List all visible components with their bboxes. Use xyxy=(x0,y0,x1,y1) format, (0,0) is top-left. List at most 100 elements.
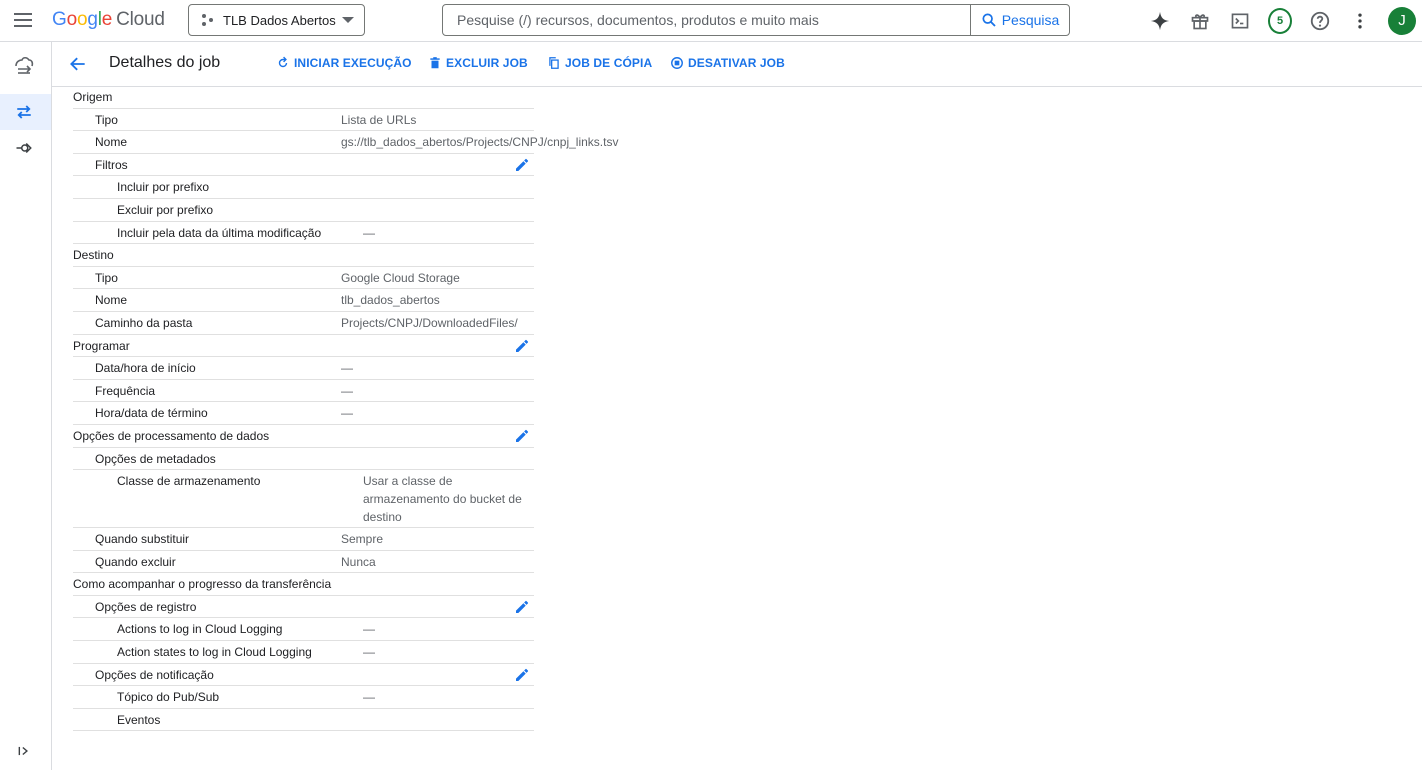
page-title: Detalhes do job xyxy=(109,54,221,71)
details-row-value: Projects/CNPJ/DownloadedFiles/ xyxy=(341,315,518,330)
cloud-shell-terminal-icon[interactable] xyxy=(1228,9,1252,33)
more-options-icon[interactable] xyxy=(1348,9,1372,33)
details-row-value: — xyxy=(363,645,375,660)
disable-job-label: DESATIVAR JOB xyxy=(688,56,785,70)
details-row-label: Nome xyxy=(95,293,128,308)
details-row: Nome gs://tlb_dados_abertos/Projects/CNPJ… xyxy=(73,131,618,154)
details-row-label: Actions to log in Cloud Logging xyxy=(117,622,283,637)
start-run-label: INICIAR EXECUÇÃO xyxy=(294,56,412,70)
expand-rail-icon[interactable] xyxy=(11,738,37,764)
start-run-button[interactable]: INICIAR EXECUÇÃO xyxy=(276,56,412,70)
details-row-value: Lista de URLs xyxy=(341,112,417,127)
details-row: Frequência — xyxy=(73,380,534,403)
details-row-label: Caminho da pasta xyxy=(95,315,193,330)
details-row-label: Origem xyxy=(73,90,113,104)
details-row: Data/hora de início — xyxy=(73,357,534,380)
details-row-label: Incluir pela data da última modificação xyxy=(117,225,322,240)
details-row: Excluir por prefixo xyxy=(73,199,534,222)
details-row-value: gs://tlb_dados_abertos/Projects/CNPJ/cnp… xyxy=(341,135,619,150)
transfer-service-icon[interactable] xyxy=(11,52,37,78)
details-row-value: — xyxy=(363,225,375,240)
details-row: Como acompanhar o progresso da transferê… xyxy=(73,573,534,596)
details-row: Action states to log in Cloud Logging — xyxy=(73,641,534,664)
details-row-label: Opções de registro xyxy=(95,599,197,614)
details-row: Origem xyxy=(73,86,534,109)
project-picker[interactable]: TLB Dados Abertos xyxy=(188,4,365,36)
details-row: Quando excluir Nunca xyxy=(73,551,534,574)
edit-pencil-icon[interactable] xyxy=(514,599,530,615)
search-icon xyxy=(982,13,996,27)
details-row-value: — xyxy=(341,383,353,398)
delete-job-button[interactable]: EXCLUIR JOB xyxy=(428,56,528,70)
details-row: Quando substituir Sempre xyxy=(73,528,534,551)
details-row-value: — xyxy=(363,622,375,637)
stop-circle-icon xyxy=(671,57,683,69)
refresh-icon xyxy=(278,56,288,68)
account-avatar[interactable]: J xyxy=(1388,6,1416,35)
edit-pencil-icon[interactable] xyxy=(514,157,530,173)
details-row: Hora/data de término — xyxy=(73,402,534,425)
search-button[interactable]: Pesquisa xyxy=(970,5,1069,35)
project-icon xyxy=(201,13,215,27)
details-row-value: tlb_dados_abertos xyxy=(341,293,440,308)
edit-pencil-icon[interactable] xyxy=(514,428,530,444)
details-row-label: Opções de notificação xyxy=(95,667,214,682)
gemini-sparkle-icon[interactable] xyxy=(1148,9,1172,33)
details-row: Caminho da pasta Projects/CNPJ/Downloade… xyxy=(73,312,534,335)
copy-job-button[interactable]: JOB DE CÓPIA xyxy=(547,56,652,70)
details-row-label: Excluir por prefixo xyxy=(117,202,214,217)
side-rail xyxy=(0,42,52,770)
details-row: Filtros xyxy=(73,154,534,177)
edit-pencil-icon[interactable] xyxy=(514,338,530,354)
google-cloud-logo[interactable]: Google Cloud xyxy=(52,9,165,31)
edit-pencil-icon[interactable] xyxy=(514,667,530,683)
details-row-label: Como acompanhar o progresso da transferê… xyxy=(73,577,332,592)
transfer-jobs-icon[interactable] xyxy=(11,99,37,125)
details-row-label: Opções de metadados xyxy=(95,451,216,466)
details-row-label: Tópico do Pub/Sub xyxy=(117,690,220,705)
help-icon[interactable] xyxy=(1308,9,1332,33)
details-row: Destino xyxy=(73,244,534,267)
copy-job-label: JOB DE CÓPIA xyxy=(565,56,653,70)
copy-icon xyxy=(549,57,559,69)
project-name: TLB Dados Abertos xyxy=(223,12,336,28)
details-row-label: Destino xyxy=(73,248,114,263)
details-row: Incluir por prefixo xyxy=(73,176,534,199)
trash-icon xyxy=(430,57,440,69)
notifications-badge[interactable]: 5 xyxy=(1268,7,1292,34)
job-details-table: Origem Tipo Lista de URLs Nome gs://tlb_dado… xyxy=(73,86,618,732)
details-row-label: Quando substituir xyxy=(95,532,190,547)
details-row: Classe de armazenamento Usar a classe de … xyxy=(73,470,534,529)
details-row: Tipo Lista de URLs xyxy=(73,109,534,132)
gift-icon[interactable] xyxy=(1188,9,1212,33)
details-row: Opções de metadados xyxy=(73,448,534,471)
details-row-label: Data/hora de início xyxy=(95,361,196,376)
disable-job-button[interactable]: DESATIVAR JOB xyxy=(670,56,785,70)
details-row: Opções de registro xyxy=(73,596,534,619)
details-row-value: Sempre xyxy=(341,532,384,547)
details-row-label: Opções de processamento de dados xyxy=(73,428,270,443)
details-row-label: Classe de armazenamento xyxy=(117,474,261,489)
details-row-label: Tipo xyxy=(95,270,118,285)
details-row: Eventos xyxy=(73,709,534,732)
details-row-label: Hora/data de término xyxy=(95,406,208,421)
chevron-down-icon xyxy=(342,17,354,23)
search-input[interactable] xyxy=(443,5,970,35)
details-row-value: Google Cloud Storage xyxy=(341,270,460,285)
details-row-value: — xyxy=(363,690,375,705)
agent-pools-icon[interactable] xyxy=(11,135,37,161)
main-menu-button[interactable] xyxy=(14,10,36,30)
delete-job-label: EXCLUIR JOB xyxy=(446,56,528,70)
details-row-value: — xyxy=(341,361,353,376)
details-row-label: Frequência xyxy=(95,383,156,398)
top-bar: GoogleCloud TLB Dados Abertos Pesquisa 5 xyxy=(0,0,1422,42)
details-row-label: Eventos xyxy=(117,712,161,727)
details-row-label: Tipo xyxy=(95,112,118,127)
details-row: Opções de notificação xyxy=(73,664,534,687)
details-row-label: Incluir por prefixo xyxy=(117,180,210,195)
back-arrow-icon[interactable] xyxy=(68,54,88,74)
details-row: Actions to log in Cloud Logging — xyxy=(73,618,534,642)
details-row-label: Action states to log in Cloud Logging xyxy=(117,645,312,660)
details-row: Tipo Google Cloud Storage xyxy=(73,267,534,290)
details-row-label: Filtros xyxy=(95,157,128,172)
